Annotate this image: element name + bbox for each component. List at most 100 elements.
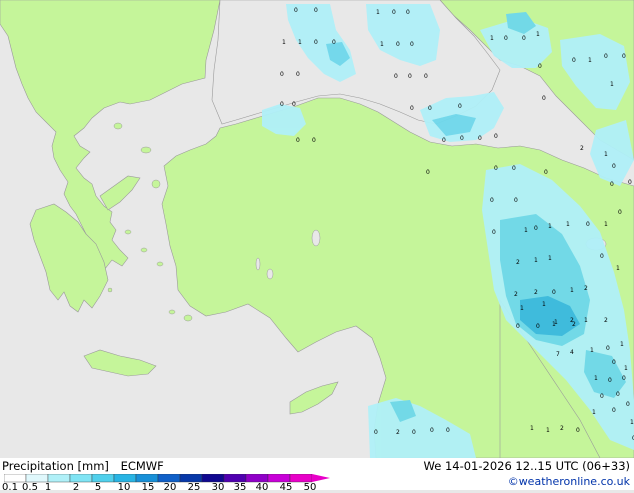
precip-value-label: 0 [292,101,296,108]
legend-tick-label: 45 [279,482,293,493]
precip-value-label: 0 [332,39,336,46]
precip-value-label: 1 [548,255,552,262]
legend-swatch [223,474,247,483]
precip-value-label: 0 [628,179,632,186]
precip-value-label: 0 [280,101,284,108]
precip-value-label: 0 [428,105,432,112]
precip-value-label: 0 [392,9,396,16]
precip-value-label: 0 [572,57,576,64]
legend-tick-label: 10 [117,482,131,493]
legend-tick-label: 20 [163,482,177,493]
precip-value-label: 0 [296,137,300,144]
precip-value-label: 0 [576,427,580,434]
precip-value-label: 1 [546,427,550,434]
precip-value-label: 0 [514,197,518,204]
precip-value-label: 1 [566,221,570,228]
precip-value-label: 0 [544,169,548,176]
precip-value-label: 2 [514,291,518,298]
precip-value-label: 0 [586,221,590,228]
precip-value-label: 0 [538,63,542,70]
precipitation-map: 0 0 1 0 0 1 1 0 0 1 0 0 1 1 0 0 0 0 0 0 0 0 0 1 0 0 0 0 0 0 0 0 1 0 0 0 0 0 0 2… [0,0,634,458]
legend-tick-label: 5 [94,482,102,493]
lake-egirdir [255,257,261,271]
precip-value-label: 1 [570,287,574,294]
legend-swatch [47,474,71,483]
precip-value-label: 7 [556,351,560,358]
precip-value-label: 1 [298,39,302,46]
valid-time: We 14-01-2026 12..15 UTC (06+33) [423,459,630,473]
precip-value-label: 0 [610,181,614,188]
precip-value-label: 1 [630,419,634,426]
precip-value-label: 0 [458,103,462,110]
precip-value-label: 1 [536,31,540,38]
precip-value-label: 0 [492,229,496,236]
precip-value-label: 1 [534,257,538,264]
precip-value-label: 0 [606,345,610,352]
precip-value-label: 0 [280,71,284,78]
legend-swatch [69,474,93,483]
legend-swatch [179,474,203,483]
precip-value-label: 1 [524,227,528,234]
legend-swatch [245,474,269,483]
precip-value-label: 0 [622,375,626,382]
precip-value-label: 1 [584,317,588,324]
legend-tick-label: 35 [233,482,247,493]
precip-value-label: 0 [612,163,616,170]
legend-swatch [289,474,313,483]
precip-value-label: 0 [622,53,626,60]
precip-value-label: 0 [618,209,622,216]
precipitation-title: Precipitation [mm] [2,459,109,473]
precip-value-label: 0 [512,165,516,172]
precip-value-label: 0 [460,135,464,142]
precip-value-label: 0 [412,429,416,436]
precip-value-label: 1 [590,347,594,354]
precip-value-label: 1 [282,39,286,46]
precip-value-label: 0 [314,39,318,46]
precip-value-label: 1 [594,375,598,382]
precip-value-label: 1 [616,265,620,272]
footer-bar: Precipitation [mm] ECMWF We 14-01-2026 1… [0,458,634,493]
precip-value-label: 0 [612,359,616,366]
legend-swatch [267,474,291,483]
precip-value-label: 1 [554,319,558,326]
lake-tuz [311,229,321,247]
legend-arrow [312,474,330,482]
precip-value-label: 0 [442,137,446,144]
legend-tick-label: 2 [72,482,80,493]
legend-swatch [113,474,137,483]
precip-value-label: 2 [560,425,564,432]
legend-tick-label: 25 [187,482,201,493]
precip-value-label: 0 [446,427,450,434]
legend-swatch [25,474,49,483]
precip-value-label: 1 [624,365,628,372]
legend-tick-label: 15 [141,482,155,493]
precip-value-label: 0 [504,35,508,42]
precip-value-label: 1 [592,409,596,416]
precip-value-label: 0 [626,401,630,408]
legend-tick-label: 1 [44,482,52,493]
precip-value-label: 0 [600,253,604,260]
precip-value-label: 0 [374,429,378,436]
precip-value-label: 2 [534,289,538,296]
precip-value-label: 0 [494,165,498,172]
precip-value-label: 0 [552,289,556,296]
precip-value-label: 2 [604,317,608,324]
precip-value-label: 1 [490,35,494,42]
precip-value-label: 1 [376,9,380,16]
precip-value-label: 1 [542,301,546,308]
precip-value-label: 1 [604,151,608,158]
precip-value-label: 0 [600,393,604,400]
credit: ©weatheronline.co.uk [507,475,630,488]
precip-value-label: 0 [410,105,414,112]
lake-beysehir [266,268,274,280]
precip-value-label: 2 [580,145,584,152]
precip-value-label: 2 [572,321,576,328]
precip-value-label: 0 [478,135,482,142]
precip-value-label: 1 [620,341,624,348]
precip-value-label: 0 [430,427,434,434]
precip-value-label: 1 [548,223,552,230]
legend-swatch [4,474,27,483]
precip-value-label: 0 [408,73,412,80]
precip-value-label: 1 [588,57,592,64]
legend-swatch [201,474,225,483]
